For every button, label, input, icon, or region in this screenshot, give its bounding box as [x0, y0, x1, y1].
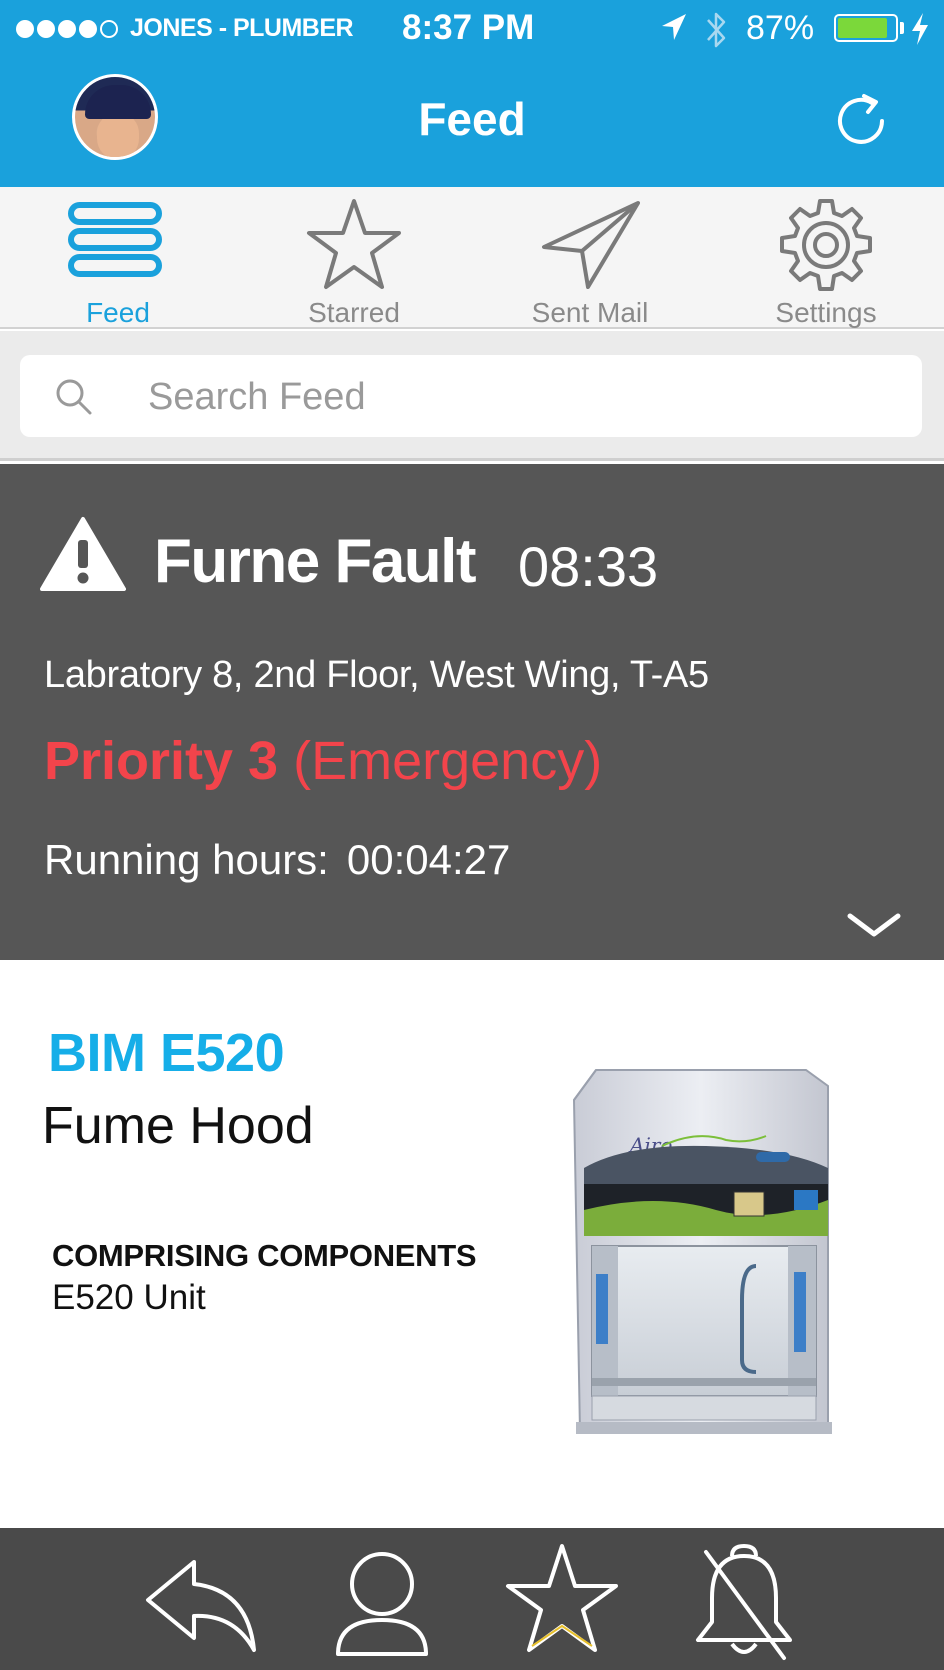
- asset-name: Fume Hood: [42, 1097, 314, 1155]
- menu-icon: [68, 202, 162, 277]
- alert-location: Labratory 8, 2nd Floor, West Wing, T-A5: [44, 654, 709, 696]
- running-hours-value: 00:04:27: [346, 836, 511, 883]
- tab-sent-mail[interactable]: Sent Mail: [472, 187, 708, 328]
- star-button[interactable]: [502, 1542, 622, 1662]
- search-area: [0, 331, 944, 461]
- tab-label-settings: Settings: [775, 297, 877, 328]
- tab-settings[interactable]: Settings: [708, 187, 944, 328]
- contact-button[interactable]: [324, 1542, 444, 1662]
- bell-off-icon: [696, 1543, 792, 1660]
- search-box[interactable]: [20, 355, 922, 437]
- alert-title: Furne Fault: [154, 527, 477, 596]
- search-icon: [56, 379, 92, 415]
- tab-label-starred: Starred: [308, 297, 400, 328]
- component-item: E520 Unit: [52, 1278, 206, 1317]
- battery-tip: [900, 22, 904, 34]
- battery-icon: [834, 14, 898, 42]
- search-input[interactable]: [146, 369, 890, 425]
- person-icon: [336, 1552, 428, 1656]
- star-icon: [307, 199, 401, 289]
- location-arrow-icon: [662, 14, 686, 40]
- bottom-toolbar: [0, 1528, 944, 1670]
- mute-alerts-button[interactable]: [690, 1542, 810, 1662]
- reply-icon: [146, 1560, 256, 1652]
- running-hours: Running hours: 00:04:27: [44, 836, 510, 884]
- tab-feed[interactable]: Feed: [0, 187, 236, 328]
- fault-alert-card[interactable]: Furne Fault 08:33 Labratory 8, 2nd Floor…: [0, 464, 944, 960]
- priority-label: Priority 3: [44, 731, 279, 791]
- bluetooth-icon: [707, 12, 726, 48]
- running-hours-label: Running hours:: [44, 836, 329, 883]
- battery-level-fill: [838, 18, 887, 38]
- fume-hood-image: Airo: [572, 1069, 832, 1434]
- status-bar: JONES - PLUMBER 8:37 PM 87%: [0, 0, 944, 56]
- components-heading: COMPRISING COMPONENTS: [52, 1238, 477, 1273]
- signal-strength-icon: [16, 20, 121, 38]
- asset-detail: BIM E520 Fume Hood COMPRISING COMPONENTS…: [0, 960, 944, 1528]
- refresh-icon[interactable]: [828, 88, 894, 154]
- carrier-name: JONES - PLUMBER: [130, 14, 354, 42]
- app-header: JONES - PLUMBER 8:37 PM 87% Feed: [0, 0, 944, 187]
- paper-plane-icon: [542, 201, 640, 289]
- tab-starred[interactable]: Starred: [236, 187, 472, 328]
- tab-bar: Feed Starred Sent Mail Settings: [0, 187, 944, 329]
- alert-priority: Priority 3 (Emergency): [44, 730, 602, 792]
- gear-icon: [780, 199, 872, 291]
- reply-button[interactable]: [144, 1542, 264, 1662]
- tab-label-feed: Feed: [86, 297, 150, 328]
- page-title: Feed: [418, 93, 526, 145]
- charging-bolt-icon: [912, 13, 928, 45]
- chevron-down-icon[interactable]: [846, 912, 902, 940]
- alert-time: 08:33: [518, 535, 659, 598]
- warning-icon: [40, 517, 126, 591]
- star-icon: [506, 1544, 618, 1652]
- battery-percent: 87%: [746, 9, 815, 47]
- priority-level: (Emergency): [293, 731, 603, 791]
- status-time: 8:37 PM: [402, 8, 535, 47]
- asset-code: BIM E520: [48, 1023, 285, 1083]
- tab-label-sent-mail: Sent Mail: [531, 297, 649, 328]
